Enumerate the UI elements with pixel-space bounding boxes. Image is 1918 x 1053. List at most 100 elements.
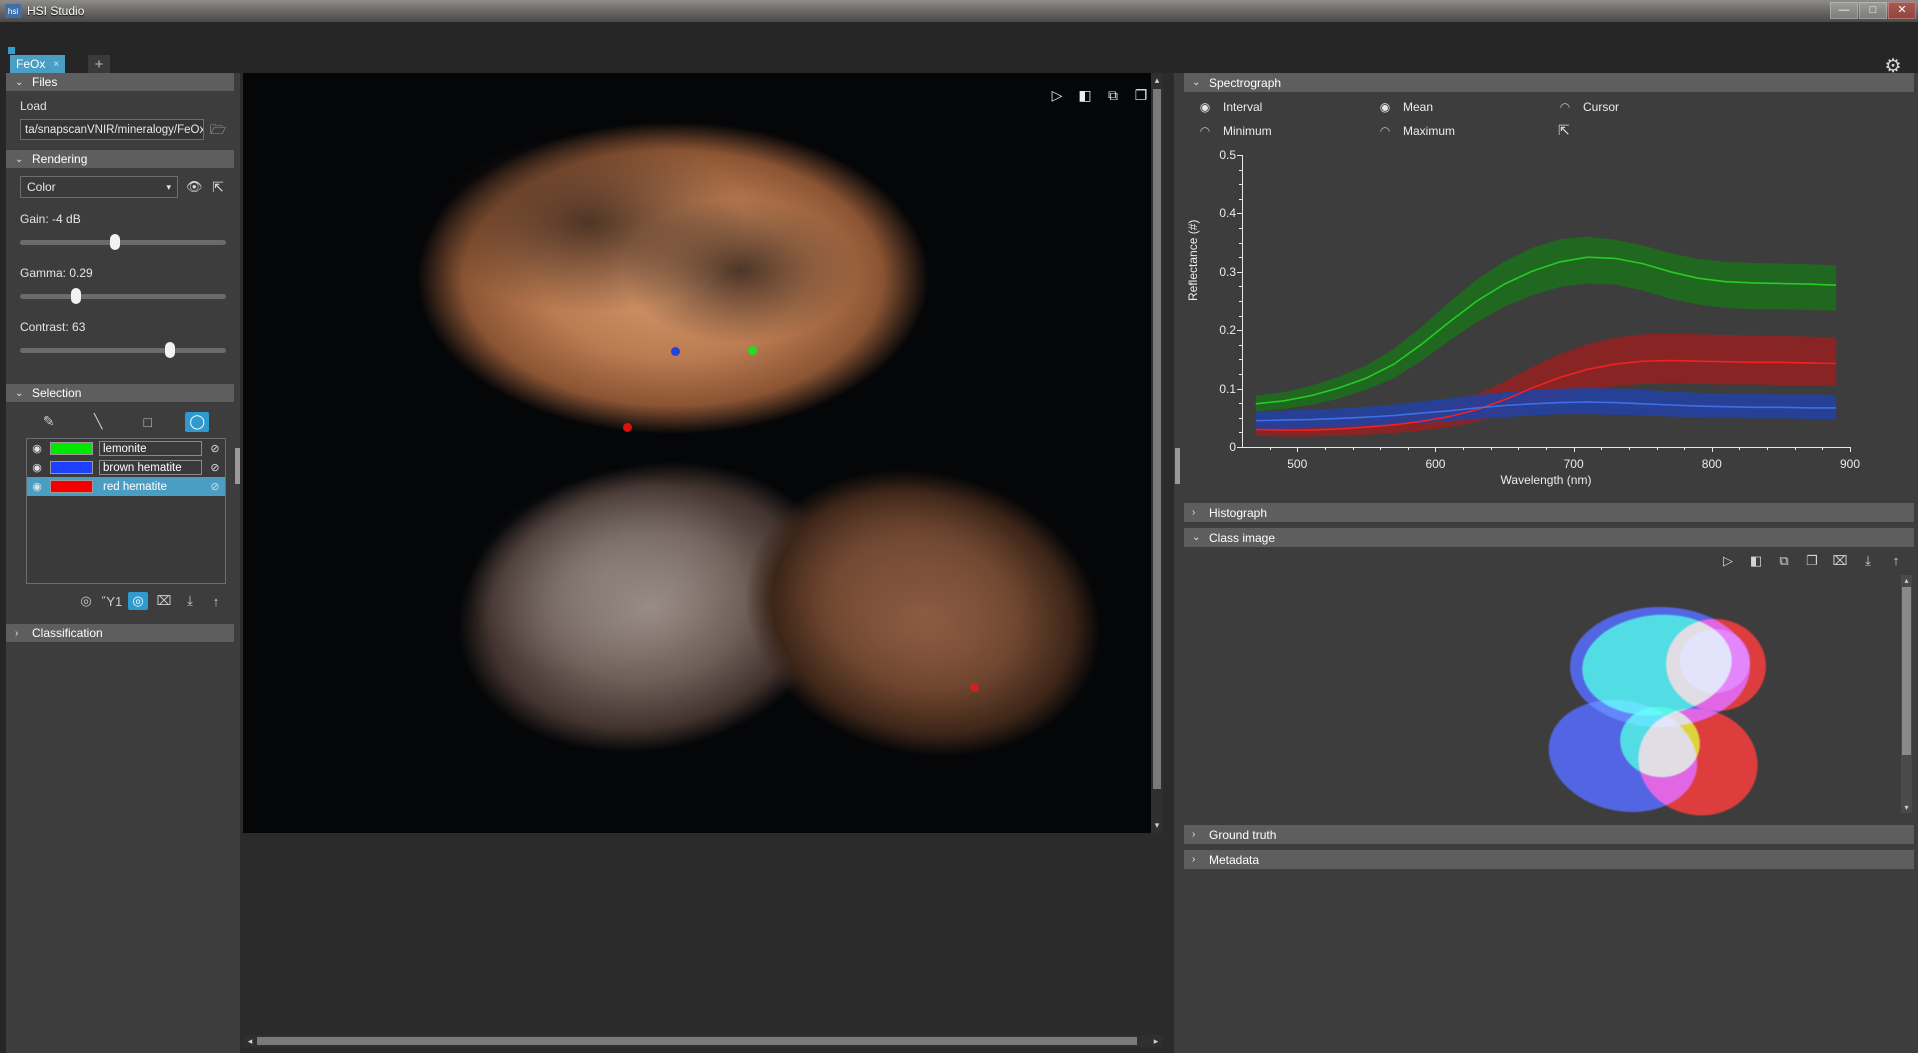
add-tab-button[interactable]: +: [88, 55, 110, 73]
class-erase-icon[interactable]: ⊘: [208, 442, 222, 455]
add-class-button[interactable]: ◎: [76, 592, 96, 610]
flip-horizontal-icon[interactable]: ▷: [1049, 87, 1065, 103]
class-erase-icon[interactable]: ⊘: [208, 461, 222, 474]
y-tick-label: 0.4: [1219, 206, 1236, 220]
horizontal-scroll-thumb[interactable]: [257, 1037, 1137, 1045]
scroll-left-icon[interactable]: ◂: [243, 1036, 257, 1047]
contrast-slider[interactable]: [20, 342, 226, 358]
import-button[interactable]: ⤓: [180, 592, 200, 610]
flip-vertical-icon[interactable]: ◧: [1077, 87, 1093, 103]
vertical-scroll-thumb[interactable]: [1153, 89, 1161, 789]
zoom-actual-icon[interactable]: ❐: [1133, 87, 1149, 103]
class-erase-icon[interactable]: ⊘: [208, 480, 222, 493]
class-visibility-icon[interactable]: ◉: [30, 461, 44, 474]
spectrograph-option-maximum[interactable]: ◠Maximum: [1378, 124, 1558, 138]
tab-feox[interactable]: FeOx ×: [10, 55, 65, 73]
flip-vertical-icon[interactable]: ◧: [1748, 553, 1764, 569]
toggle-visibility-button[interactable]: ◎: [128, 592, 148, 610]
class-row[interactable]: ◉ lemonite ⊘: [27, 439, 225, 458]
section-header-ground-truth[interactable]: › Ground truth: [1184, 825, 1914, 844]
class-name-input[interactable]: red hematite: [99, 479, 202, 494]
class-name-input[interactable]: lemonite: [99, 441, 202, 456]
flip-horizontal-icon[interactable]: ▷: [1720, 553, 1736, 569]
scroll-down-icon[interactable]: ▾: [1151, 820, 1163, 831]
section-header-classification[interactable]: › Classification: [6, 624, 240, 642]
eye-icon[interactable]: 👁: [186, 179, 202, 195]
title-bar: hsi HSI Studio — □ ✕: [0, 0, 1918, 22]
eye-off-icon[interactable]: ◠: [1378, 124, 1392, 138]
eye-icon[interactable]: ◉: [1198, 100, 1212, 114]
rectangle-tool[interactable]: □: [136, 412, 160, 432]
contrast-slider-handle[interactable]: [165, 342, 175, 358]
spectrograph-option-mean[interactable]: ◉Mean: [1378, 100, 1558, 114]
close-button[interactable]: ✕: [1888, 2, 1916, 19]
section-title-selection: Selection: [32, 386, 81, 400]
class-color-swatch[interactable]: [50, 442, 93, 455]
scroll-down-icon[interactable]: ▾: [1901, 803, 1912, 812]
class-image-scroll-thumb[interactable]: [1902, 587, 1911, 755]
ellipse-tool[interactable]: ◯: [185, 412, 209, 432]
spectrograph-share-button[interactable]: ⇱: [1558, 122, 1738, 139]
spectrograph-option-cursor[interactable]: ◠Cursor: [1558, 100, 1738, 114]
option-label: Interval: [1223, 100, 1262, 114]
delete-class-button[interactable]: Ὕ1: [102, 592, 122, 610]
section-header-rendering[interactable]: ⌄ Rendering: [6, 150, 240, 168]
tab-close-icon[interactable]: ×: [53, 59, 59, 70]
import-icon[interactable]: ⤓: [1860, 553, 1876, 569]
file-path-input[interactable]: ta/snapscanVNIR/mineralogy/FeOx.hdr: [20, 119, 204, 140]
scroll-right-icon[interactable]: ▸: [1149, 1036, 1163, 1047]
section-header-files[interactable]: ⌄ Files: [6, 73, 240, 91]
clear-selection-button[interactable]: ⌧: [154, 592, 174, 610]
scroll-up-icon[interactable]: ▴: [1901, 576, 1912, 585]
line-tool[interactable]: ╲: [86, 412, 110, 432]
section-header-histograph[interactable]: › Histograph: [1184, 503, 1914, 522]
render-mode-select[interactable]: Color ▾: [20, 176, 178, 198]
class-name-input[interactable]: brown hematite: [99, 460, 202, 475]
class-color-swatch[interactable]: [50, 461, 93, 474]
hyperspectral-image[interactable]: ▷ ◧ ⧉ ❐ ▴ ▾: [243, 73, 1163, 833]
spectrograph-chart[interactable]: Reflectance (#) 00.10.20.30.40.5 5006007…: [1184, 143, 1914, 503]
image-horizontal-scrollbar[interactable]: ◂ ▸: [243, 1035, 1163, 1047]
copy-icon[interactable]: ⧉: [1776, 553, 1792, 569]
class-color-swatch[interactable]: [50, 480, 93, 493]
section-header-selection[interactable]: ⌄ Selection: [6, 384, 240, 402]
paste-icon[interactable]: ❐: [1804, 553, 1820, 569]
clear-icon[interactable]: ⌧: [1832, 553, 1848, 569]
gain-slider-handle[interactable]: [110, 234, 120, 250]
maximize-button[interactable]: □: [1859, 2, 1887, 19]
share-icon[interactable]: ⇱: [1558, 122, 1570, 139]
class-row[interactable]: ◉ red hematite ⊘: [27, 477, 225, 496]
class-row[interactable]: ◉ brown hematite ⊘: [27, 458, 225, 477]
section-header-spectrograph[interactable]: ⌄ Spectrograph: [1184, 73, 1914, 92]
contrast-label: Contrast: 63: [20, 320, 226, 334]
class-list[interactable]: ◉ lemonite ⊘ ◉ brown hematite ⊘ ◉ red hematite ⊘: [26, 438, 226, 584]
folder-icon[interactable]: 🗁: [210, 122, 226, 138]
class-visibility-icon[interactable]: ◉: [30, 480, 44, 493]
section-header-class-image[interactable]: ⌄ Class image: [1184, 528, 1914, 547]
eye-off-icon[interactable]: ◠: [1198, 124, 1212, 138]
spectrograph-option-minimum[interactable]: ◠Minimum: [1198, 124, 1378, 138]
eye-icon[interactable]: ◉: [1378, 100, 1392, 114]
minimize-button[interactable]: —: [1830, 2, 1858, 19]
rendering-body: Color ▾ 👁 ⇱ Gain: -4 dB Gamma: 0.29 Cont…: [6, 168, 240, 384]
gamma-slider[interactable]: [20, 288, 226, 304]
gain-slider[interactable]: [20, 234, 226, 250]
freehand-tool[interactable]: ✎: [37, 412, 61, 432]
export-button[interactable]: ↑: [206, 592, 226, 610]
class-image-scrollbar[interactable]: ▴ ▾: [1901, 575, 1912, 813]
image-vertical-scrollbar[interactable]: ▴ ▾: [1151, 73, 1163, 833]
x-minor-tick: [1325, 447, 1326, 450]
y-tick-label: 0.2: [1219, 323, 1236, 337]
class-visibility-icon[interactable]: ◉: [30, 442, 44, 455]
section-header-metadata[interactable]: › Metadata: [1184, 850, 1914, 869]
zoom-fit-icon[interactable]: ⧉: [1105, 87, 1121, 103]
class-image-view[interactable]: ▴ ▾: [1180, 571, 1918, 821]
spectrograph-option-interval[interactable]: ◉ Interval: [1198, 100, 1378, 114]
scroll-up-icon[interactable]: ▴: [1151, 75, 1163, 86]
export-icon[interactable]: ↑: [1888, 553, 1904, 569]
eye-off-icon[interactable]: ◠: [1558, 100, 1572, 114]
share-icon[interactable]: ⇱: [210, 179, 226, 196]
marker-green: [748, 346, 757, 355]
gamma-slider-handle[interactable]: [71, 288, 81, 304]
tab-label: FeOx: [16, 57, 45, 71]
